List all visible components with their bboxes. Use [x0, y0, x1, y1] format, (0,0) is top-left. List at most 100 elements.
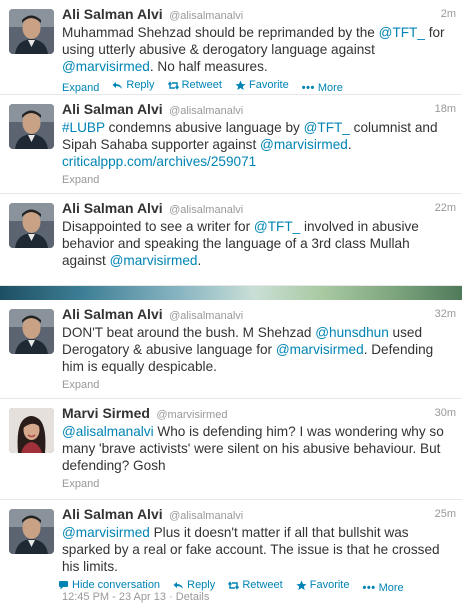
more-button[interactable]: ••• More	[363, 582, 404, 594]
tweet-time[interactable]: 22m	[435, 202, 456, 214]
tweet[interactable]: Ali Salman Alvi @alisalmanalvi 2m Muhamm…	[0, 0, 462, 95]
avatar[interactable]	[9, 509, 54, 554]
text-segment: .	[347, 137, 352, 152]
favorite-label: Favorite	[309, 579, 350, 591]
expand-link[interactable]: Expand	[62, 82, 99, 94]
profile-background-strip	[0, 286, 462, 300]
user-avatar-icon	[9, 203, 54, 248]
more-dots-icon: •••	[362, 581, 376, 594]
favorite-label: Favorite	[248, 79, 289, 91]
star-icon	[235, 80, 246, 90]
mention-link[interactable]: @hunsdhun	[315, 325, 389, 340]
conversation-icon	[59, 580, 68, 589]
retweet-label: Retweet	[242, 579, 283, 591]
text-segment: DON'T beat around the bush. M Shehzad	[62, 325, 316, 340]
reply-label: Reply	[126, 79, 155, 91]
tweet-text: @marvisirmed Plus it doesn't matter if a…	[62, 524, 456, 575]
author-handle[interactable]: @alisalmanalvi	[169, 510, 243, 522]
mention-link[interactable]: @marvisirmed	[62, 59, 150, 74]
retweet-icon	[167, 80, 179, 90]
avatar[interactable]	[9, 104, 54, 149]
tweet-actions: Expand	[62, 379, 456, 393]
author-handle[interactable]: @alisalmanalvi	[169, 105, 243, 117]
retweet-label: Retweet	[181, 79, 222, 91]
tweet-time[interactable]: 25m	[435, 508, 456, 520]
mention-link[interactable]: @TFT_	[304, 120, 350, 135]
mention-link[interactable]: @marvisirmed	[110, 253, 198, 268]
author-handle[interactable]: @alisalmanalvi	[169, 310, 243, 322]
tweet-time[interactable]: 32m	[435, 308, 456, 320]
tweet-timestamp[interactable]: 12:45 PM - 23 Apr 13	[62, 591, 166, 603]
reply-icon	[173, 581, 184, 589]
hide-conversation-label: Hide conversation	[72, 579, 161, 591]
tweet-text: @alisalmanalvi Who is defending him? I w…	[62, 423, 456, 474]
more-dots-icon: •••	[301, 81, 315, 94]
tweet-text: Disappointed to see a writer for @TFT_ i…	[62, 218, 456, 269]
star-icon	[296, 580, 307, 590]
avatar[interactable]	[9, 408, 54, 453]
mention-link[interactable]: @marvisirmed	[276, 342, 364, 357]
user-avatar-icon	[9, 509, 54, 554]
tweet-text: DON'T beat around the bush. M Shehzad @h…	[62, 324, 456, 375]
reply-icon	[112, 81, 123, 89]
reply-button[interactable]: Reply	[173, 579, 215, 591]
tweet-time[interactable]: 30m	[435, 407, 456, 419]
user-avatar-icon	[9, 309, 54, 354]
text-segment: .	[197, 253, 202, 268]
hashtag-link[interactable]: #LUBP	[62, 120, 105, 135]
expand-link[interactable]: Expand	[62, 379, 99, 391]
mention-link[interactable]: @TFT_	[254, 219, 300, 234]
favorite-button[interactable]: Favorite	[296, 579, 350, 591]
tweet-actions: Expand Reply Retweet Favorite ••• More	[62, 79, 456, 94]
text-segment: Muhammad Shehzad should be reprimanded b…	[62, 25, 379, 40]
more-label: More	[317, 81, 343, 94]
author-handle[interactable]: @marvisirmed	[156, 409, 227, 421]
author-name[interactable]: Ali Salman Alvi	[62, 506, 163, 522]
tweet[interactable]: Ali Salman Alvi @alisalmanalvi 18m #LUBP…	[0, 95, 462, 194]
user-avatar-icon	[9, 9, 54, 54]
user-avatar-icon	[9, 408, 54, 453]
tweet-metadata: 12:45 PM - 23 Apr 13 · Details	[62, 591, 209, 603]
reply-button[interactable]: Reply	[112, 79, 155, 91]
retweet-button[interactable]: Retweet	[228, 579, 283, 591]
text-segment: . No half measures.	[149, 59, 268, 74]
separator: ·	[169, 591, 173, 603]
favorite-button[interactable]: Favorite	[235, 79, 289, 91]
mention-link[interactable]: @alisalmanalvi	[62, 424, 154, 439]
avatar[interactable]	[9, 309, 54, 354]
tweet[interactable]: Marvi Sirmed @marvisirmed 30m @alisalman…	[0, 399, 462, 500]
mention-link[interactable]: @TFT_	[379, 25, 425, 40]
retweet-icon	[228, 580, 240, 590]
retweet-button[interactable]: Retweet	[167, 79, 222, 91]
tweet[interactable]: Ali Salman Alvi @alisalmanalvi 32m DON'T…	[0, 300, 462, 399]
avatar[interactable]	[9, 9, 54, 54]
tweet-actions: Expand	[62, 174, 456, 188]
mention-link[interactable]: @marvisirmed	[62, 525, 150, 540]
author-handle[interactable]: @alisalmanalvi	[169, 204, 243, 216]
author-name[interactable]: Ali Salman Alvi	[62, 101, 163, 117]
tweet-text: #LUBP condemns abusive language by @TFT_…	[62, 119, 456, 170]
author-name[interactable]: Ali Salman Alvi	[62, 6, 163, 22]
details-link[interactable]: Details	[176, 591, 210, 603]
tweet-time[interactable]: 2m	[441, 8, 456, 20]
url-link[interactable]: criticalppp.com/archives/259071	[62, 154, 256, 169]
text-segment: Disappointed to see a writer for	[62, 219, 254, 234]
author-name[interactable]: Ali Salman Alvi	[62, 200, 163, 216]
tweet[interactable]: Ali Salman Alvi @alisalmanalvi 22m Disap…	[0, 194, 462, 286]
user-avatar-icon	[9, 104, 54, 149]
avatar[interactable]	[9, 203, 54, 248]
author-name[interactable]: Marvi Sirmed	[62, 405, 150, 421]
hide-conversation-button[interactable]: Hide conversation	[58, 579, 160, 591]
tweet-text: Muhammad Shehzad should be reprimanded b…	[62, 24, 456, 75]
expand-link[interactable]: Expand	[62, 174, 99, 186]
author-name[interactable]: Ali Salman Alvi	[62, 306, 163, 322]
reply-label: Reply	[187, 579, 216, 591]
author-handle[interactable]: @alisalmanalvi	[169, 10, 243, 22]
tweet-time[interactable]: 18m	[435, 103, 456, 115]
more-button[interactable]: ••• More	[302, 82, 343, 94]
more-label: More	[378, 581, 404, 594]
expand-link[interactable]: Expand	[62, 478, 99, 490]
mention-link[interactable]: @marvisirmed	[260, 137, 348, 152]
text-segment: condemns abusive language by	[104, 120, 304, 135]
tweet-actions: Expand	[62, 478, 456, 492]
